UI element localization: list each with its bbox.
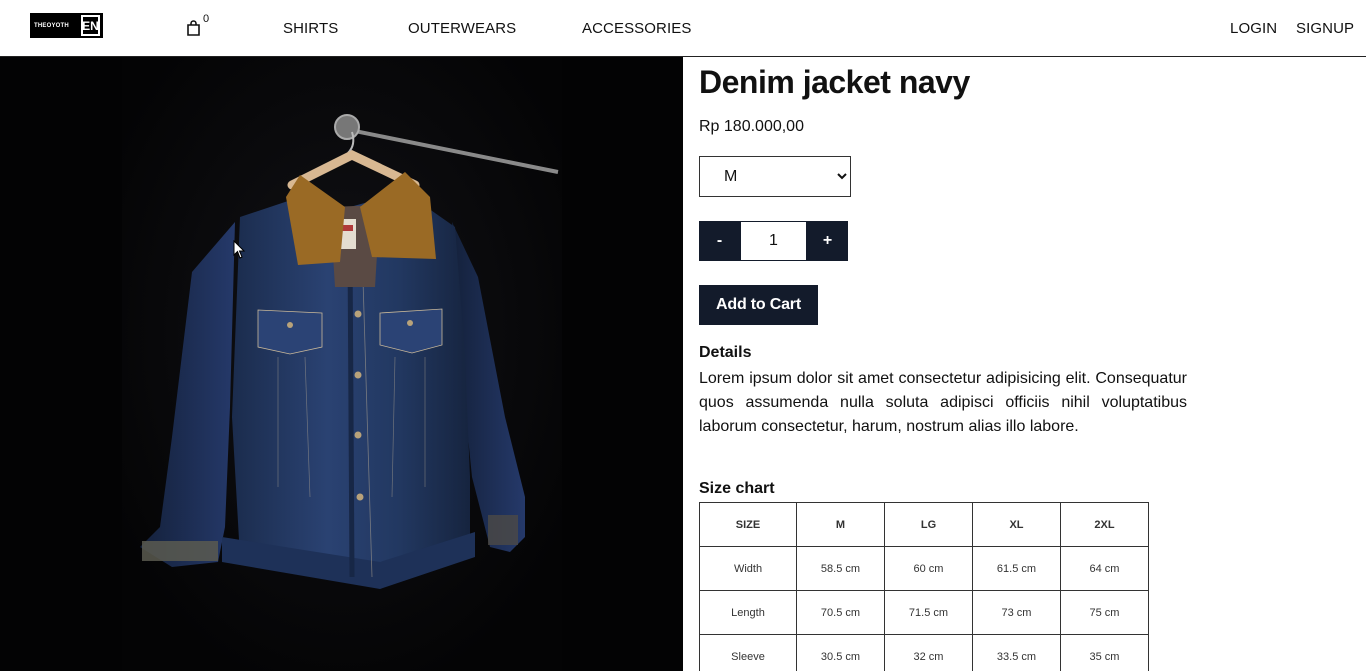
quantity-increase-button[interactable]: + [807, 221, 848, 261]
size-chart-cell: 75 cm [1060, 590, 1149, 635]
size-chart-cell: 64 cm [1060, 546, 1149, 591]
size-chart-cell: 70.5 cm [796, 590, 885, 635]
cart-count: 0 [203, 13, 210, 25]
size-chart-heading: Size chart [699, 480, 775, 497]
logo-text: THEOYOTH [34, 22, 69, 29]
table-row: Sleeve 30.5 cm 32 cm 33.5 cm 35 cm [699, 634, 1149, 671]
login-link[interactable]: LOGIN [1230, 20, 1277, 37]
size-chart-table: SIZE M LG XL 2XL Width 58.5 cm 60 cm 61.… [699, 502, 1149, 671]
table-row: Width 58.5 cm 60 cm 61.5 cm 64 cm [699, 546, 1149, 591]
size-chart-cell: Sleeve [699, 634, 797, 671]
details-heading: Details [699, 344, 752, 361]
size-chart-cell: 33.5 cm [972, 634, 1061, 671]
nav-link-outerwears[interactable]: OUTERWEARS [408, 20, 516, 37]
size-chart-cell: Length [699, 590, 797, 635]
cart-button[interactable]: 0 [186, 13, 214, 38]
navbar: THEOYOTH EN 0 SHIRTS OUTERWEARS ACCESSOR… [0, 0, 1366, 57]
size-chart-cell: 30.5 cm [796, 634, 885, 671]
size-chart-cell: 60 cm [884, 546, 973, 591]
brand-logo[interactable]: THEOYOTH EN [30, 13, 103, 38]
details-text: Lorem ipsum dolor sit amet consectetur a… [699, 370, 1187, 435]
size-chart-header-row: SIZE M LG XL 2XL [699, 502, 1149, 547]
size-chart-cell: 32 cm [884, 634, 973, 671]
mouse-pointer-icon [233, 240, 246, 259]
product-price: Rp 180.000,00 [699, 118, 804, 135]
nav-link-shirts[interactable]: SHIRTS [283, 20, 338, 37]
product-title: Denim jacket navy [699, 64, 970, 100]
size-chart-cell: 73 cm [972, 590, 1061, 635]
size-chart-header-cell: LG [884, 502, 973, 547]
size-chart-header-cell: 2XL [1060, 502, 1149, 547]
shopping-bag-icon [187, 20, 200, 36]
size-chart-cell: 35 cm [1060, 634, 1149, 671]
table-row: Length 70.5 cm 71.5 cm 73 cm 75 cm [699, 590, 1149, 635]
denim-jacket-image [0, 57, 683, 671]
quantity-decrease-button[interactable]: - [699, 221, 740, 261]
signup-link[interactable]: SIGNUP [1296, 20, 1354, 37]
size-chart-cell: 61.5 cm [972, 546, 1061, 591]
size-select[interactable]: MLGXL2XL [699, 156, 851, 197]
add-to-cart-button[interactable]: Add to Cart [699, 285, 818, 325]
size-chart-cell: 71.5 cm [884, 590, 973, 635]
nav-link-accessories[interactable]: ACCESSORIES [582, 20, 691, 37]
size-chart-header-cell: SIZE [699, 502, 797, 547]
logo-mark: EN [81, 15, 100, 36]
size-chart-header-cell: M [796, 502, 885, 547]
size-chart-header-cell: XL [972, 502, 1061, 547]
quantity-input[interactable] [740, 221, 807, 261]
size-chart-cell: Width [699, 546, 797, 591]
size-chart-cell: 58.5 cm [796, 546, 885, 591]
product-image [0, 57, 683, 671]
